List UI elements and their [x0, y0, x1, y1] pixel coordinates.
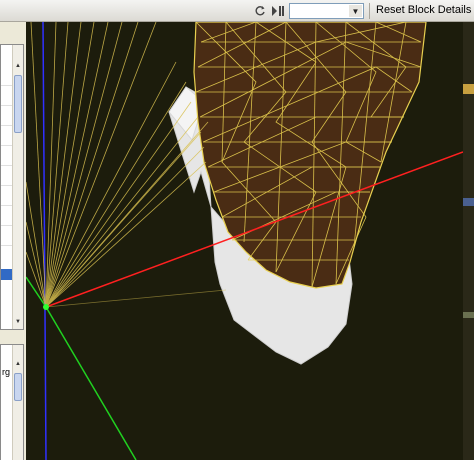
reset-block-details-button[interactable]: Reset Block Details [376, 4, 471, 16]
left-panel-scrollbar[interactable]: ▲ ▼ [12, 45, 23, 329]
play-pause-icon [272, 6, 284, 16]
3d-viewport[interactable] [26, 22, 463, 460]
left-panel-scrollbar-bottom[interactable]: ▲ [12, 345, 23, 460]
left-panel: ✕ ▲ ▼ ✕ rg ▲ [0, 22, 26, 460]
toolbar-separator [369, 3, 370, 19]
right-edge-strip [463, 22, 474, 460]
play-pause-button[interactable] [270, 3, 286, 19]
scroll-up-icon[interactable]: ▲ [13, 61, 23, 71]
chevron-down-icon[interactable]: ▼ [349, 5, 362, 17]
refresh-button[interactable] [253, 3, 267, 19]
toolbar: ▼ Reset Block Details [0, 0, 474, 22]
y-axis-line [45, 306, 137, 460]
scroll-down-icon[interactable]: ▼ [13, 317, 23, 327]
left-panel-list-bottom: ✕ rg ▲ [0, 344, 24, 460]
scroll-thumb[interactable] [14, 373, 22, 401]
scroll-thumb[interactable] [14, 75, 22, 133]
block-select[interactable]: ▼ [289, 3, 364, 19]
z-axis-line [42, 22, 47, 460]
left-panel-list-top: ✕ ▲ ▼ [0, 44, 24, 330]
viewport-scene [26, 22, 463, 460]
origin-point [43, 304, 49, 310]
list-item-label: rg [2, 367, 11, 377]
scroll-up-icon[interactable]: ▲ [13, 359, 23, 369]
refresh-icon [255, 6, 265, 16]
y-axis-line-up [26, 276, 47, 308]
